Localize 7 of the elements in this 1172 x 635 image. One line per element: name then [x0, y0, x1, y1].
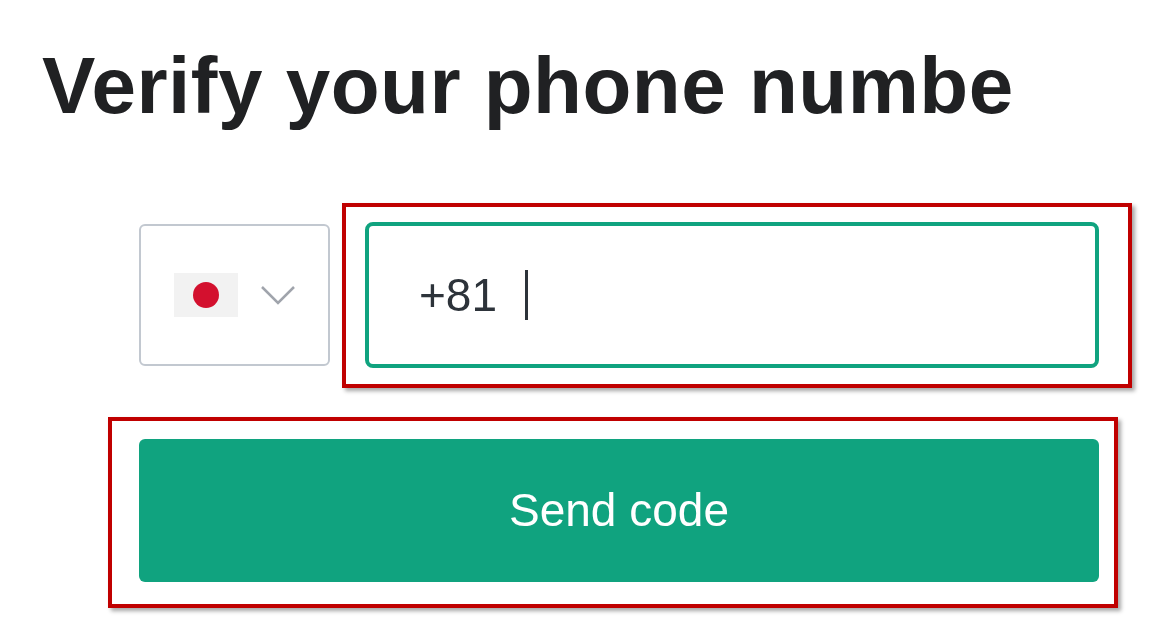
phone-input-field[interactable]: +81 [365, 222, 1099, 368]
chevron-icon [259, 285, 296, 305]
country-select[interactable] [139, 224, 330, 366]
flag-icon [173, 273, 238, 317]
text-cursor [525, 270, 529, 320]
page-heading: Verify your phone numbe [42, 40, 1014, 132]
phone-value: +81 [419, 267, 498, 323]
